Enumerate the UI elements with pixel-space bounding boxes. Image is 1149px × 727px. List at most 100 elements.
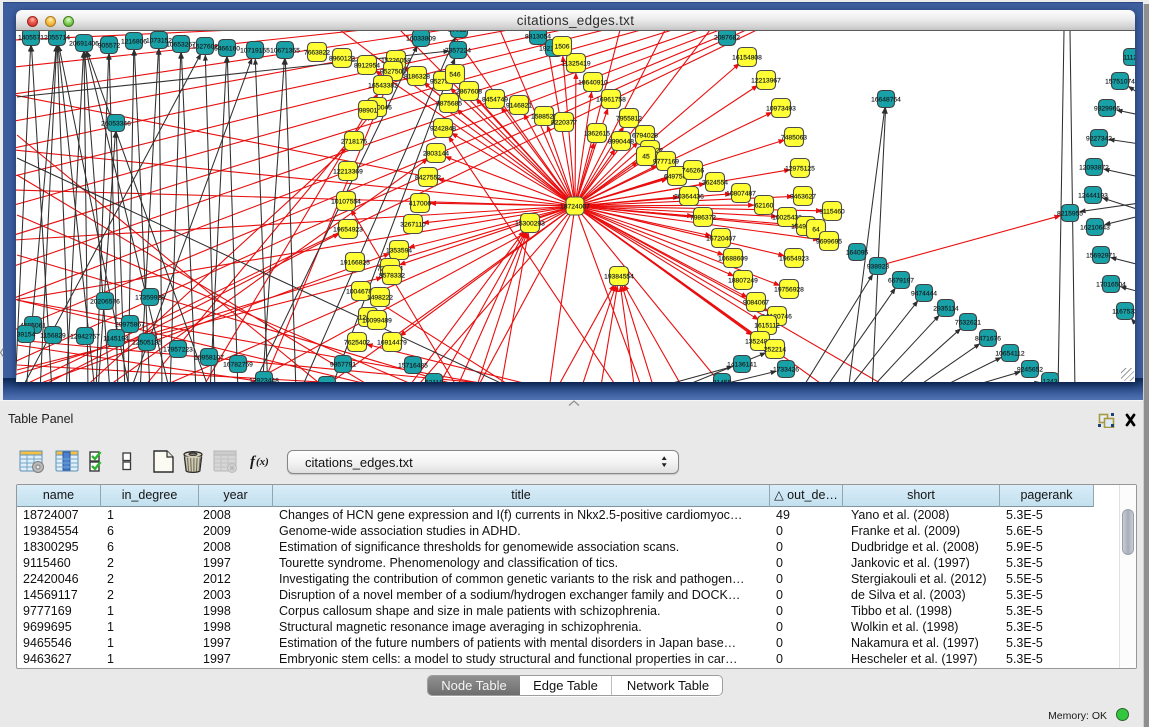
- svg-text:12942757: 12942757: [70, 333, 100, 340]
- svg-text:6794028: 6794028: [632, 132, 658, 139]
- svg-text:10958107: 10958107: [194, 354, 224, 361]
- svg-text:9242848: 9242848: [430, 125, 456, 132]
- svg-text:8220377: 8220377: [551, 119, 577, 126]
- svg-text:2803144: 2803144: [423, 150, 449, 157]
- svg-text:19166825: 19166825: [340, 259, 370, 266]
- svg-text:17359928: 17359928: [135, 294, 165, 301]
- svg-text:1156829: 1156829: [40, 332, 66, 339]
- svg-text:1615112: 1615112: [754, 322, 780, 329]
- svg-text:10688609: 10688609: [718, 255, 748, 262]
- svg-text:15692971: 15692971: [1086, 252, 1116, 259]
- svg-text:16961758: 16961758: [596, 96, 626, 103]
- svg-text:39154: 39154: [17, 331, 36, 338]
- svg-text:7485063: 7485063: [781, 134, 807, 141]
- svg-text:164095: 164095: [846, 249, 869, 256]
- svg-text:1506: 1506: [555, 43, 570, 50]
- svg-text:12213967: 12213967: [751, 77, 781, 84]
- svg-text:8186328: 8186328: [404, 73, 430, 80]
- svg-text:16210643: 16210643: [1080, 224, 1110, 231]
- svg-text:10654112: 10654112: [995, 350, 1025, 357]
- svg-text:16033809: 16033809: [406, 35, 436, 42]
- svg-text:2935114: 2935114: [933, 305, 959, 312]
- svg-text:417006: 417006: [409, 200, 432, 207]
- svg-text:16782759: 16782759: [223, 361, 253, 368]
- svg-text:15300293: 15300293: [515, 220, 545, 227]
- svg-text:12213369: 12213369: [333, 168, 363, 175]
- svg-text:8578332: 8578332: [379, 272, 405, 279]
- svg-text:26053346: 26053346: [101, 120, 131, 127]
- svg-text:1216806: 1216806: [121, 38, 147, 45]
- svg-text:9474444: 9474444: [911, 290, 937, 297]
- svg-text:3624554: 3624554: [702, 179, 728, 186]
- svg-text:16648764: 16648764: [871, 96, 901, 103]
- svg-text:8454749: 8454749: [482, 96, 508, 103]
- svg-text:9227342: 9227342: [1086, 135, 1112, 142]
- svg-text:8215955: 8215955: [1057, 210, 1083, 217]
- svg-text:18640910: 18640910: [578, 79, 608, 86]
- svg-text:9245652: 9245652: [1017, 366, 1043, 373]
- svg-text:10099489: 10099489: [362, 317, 392, 324]
- svg-text:10973493: 10973493: [766, 105, 796, 112]
- svg-text:1362615: 1362615: [584, 130, 610, 137]
- svg-text:11325419: 11325419: [561, 60, 591, 67]
- svg-text:29975867: 29975867: [115, 321, 145, 328]
- svg-text:10107554: 10107554: [331, 198, 361, 205]
- svg-text:81455: 81455: [713, 379, 732, 382]
- svg-text:17957223: 17957223: [163, 346, 193, 353]
- svg-text:62160: 62160: [755, 202, 774, 209]
- svg-text:2055714: 2055714: [44, 34, 70, 41]
- svg-text:20364436: 20364436: [674, 193, 704, 200]
- svg-text:3267110: 3267110: [400, 221, 426, 228]
- svg-text:746266: 746266: [682, 167, 705, 174]
- svg-text:19756928: 19756928: [774, 286, 804, 293]
- svg-text:19654923: 19654923: [779, 255, 809, 262]
- svg-text:8427552: 8427552: [415, 174, 441, 181]
- svg-text:8912954: 8912954: [354, 62, 380, 69]
- svg-text:64: 64: [812, 226, 820, 233]
- svg-text:8813054: 8813054: [525, 33, 551, 40]
- svg-text:15720407: 15720407: [706, 235, 736, 242]
- svg-text:1167533: 1167533: [1112, 308, 1135, 315]
- svg-text:16154808: 16154808: [732, 54, 762, 61]
- svg-text:10671355: 10671355: [270, 47, 300, 54]
- svg-text:9329966: 9329966: [1094, 105, 1120, 112]
- svg-text:546: 546: [449, 71, 460, 78]
- svg-text:17016504: 17016504: [1096, 281, 1126, 288]
- svg-text:10807487: 10807487: [726, 190, 756, 197]
- svg-text:1498222: 1498222: [367, 294, 393, 301]
- svg-text:7357224: 7357224: [445, 47, 471, 54]
- svg-text:2087682: 2087682: [714, 34, 740, 41]
- svg-text:252214: 252214: [764, 346, 787, 353]
- svg-text:1145194: 1145194: [103, 335, 129, 342]
- svg-text:938923: 938923: [867, 263, 890, 270]
- svg-text:45: 45: [642, 153, 650, 160]
- svg-text:2718176: 2718176: [341, 138, 367, 145]
- svg-text:16543382: 16543382: [368, 82, 398, 89]
- svg-text:18724007: 18724007: [560, 203, 590, 210]
- svg-text:7625402: 7625402: [344, 339, 370, 346]
- svg-text:6466160: 6466160: [214, 45, 240, 52]
- svg-text:52118: 52118: [425, 379, 443, 382]
- svg-text:14136141: 14136141: [727, 361, 757, 368]
- svg-text:15716485: 15716485: [398, 362, 428, 369]
- svg-text:20206576: 20206576: [90, 298, 120, 305]
- svg-text:1405571: 1405571: [18, 34, 44, 41]
- svg-text:19384554: 19384554: [604, 273, 634, 280]
- svg-text:7632621: 7632621: [955, 319, 981, 326]
- svg-text:12505135: 12505135: [132, 339, 162, 346]
- svg-text:9527506: 9527506: [380, 68, 406, 75]
- svg-text:16914479: 16914479: [377, 339, 407, 346]
- svg-text:3875685: 3875685: [436, 100, 462, 107]
- svg-text:9115460: 9115460: [819, 208, 845, 215]
- svg-text:6679197: 6679197: [888, 277, 914, 284]
- svg-text:2867608: 2867608: [456, 88, 482, 95]
- svg-text:7955812: 7955812: [616, 115, 642, 122]
- svg-text:203117: 203117: [448, 31, 470, 33]
- svg-text:7663822: 7663822: [304, 49, 330, 56]
- svg-text:12923448: 12923448: [249, 377, 279, 382]
- svg-text:9463627: 9463627: [790, 193, 816, 200]
- svg-text:8990448: 8990448: [608, 138, 634, 145]
- svg-text:98901: 98901: [359, 107, 378, 114]
- svg-text:15751074: 15751074: [1105, 78, 1135, 85]
- svg-text:9699695: 9699695: [816, 238, 842, 245]
